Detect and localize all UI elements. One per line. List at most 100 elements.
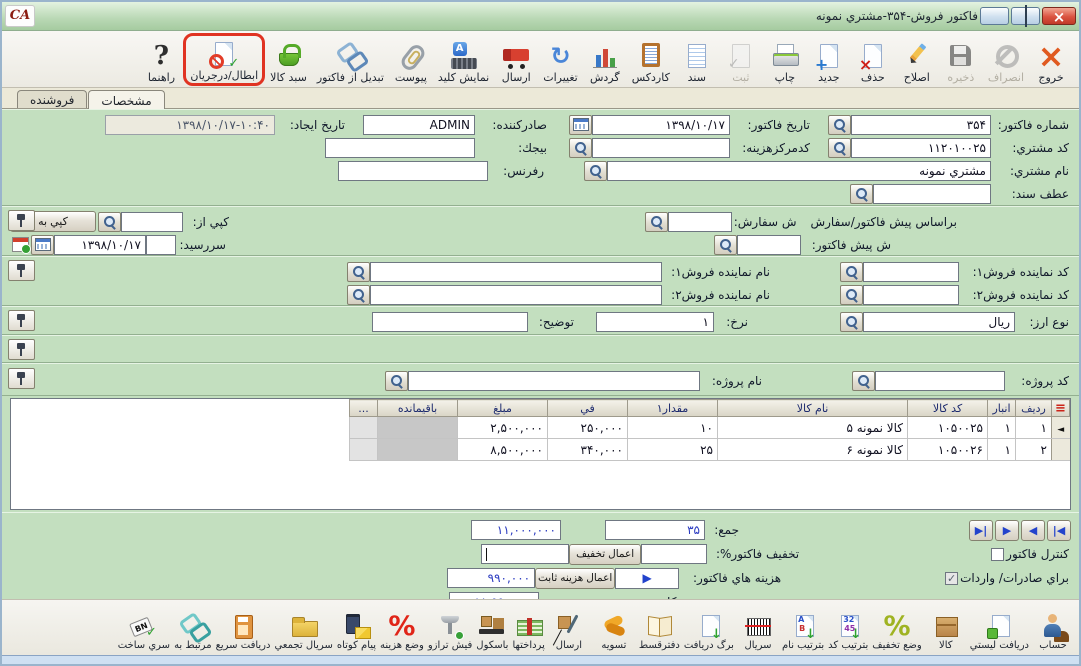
void-inprogress-button[interactable]: ابطال/درجريان [183, 33, 265, 86]
reference-field[interactable] [338, 161, 488, 181]
bijak-field[interactable] [325, 138, 475, 158]
maximize-button[interactable] [1011, 7, 1040, 25]
nav-first-button[interactable]: |◀ [1047, 520, 1071, 541]
scale-slip-button[interactable]: فيش ترازو [426, 602, 474, 654]
col-item-name[interactable]: نام کالا [718, 400, 908, 417]
cumulative-serial-button[interactable]: سريال تجمعي [272, 602, 334, 654]
invoice-costs-expand-button[interactable]: ▶ [615, 568, 679, 589]
pin-currency-button[interactable] [8, 310, 35, 331]
cell-warehouse[interactable]: ۱ [988, 417, 1016, 439]
cell-row[interactable]: ۲ [1016, 439, 1052, 461]
turnover-button[interactable]: گردش [583, 33, 627, 86]
installment-book-button[interactable]: دفترقسط [637, 602, 682, 654]
rep2-name-field[interactable] [370, 285, 662, 305]
rep1-name-field[interactable] [370, 262, 662, 282]
weighbridge-button[interactable]: باسکول [474, 602, 510, 654]
customer-name-field[interactable]: مشتري نمونه [607, 161, 991, 181]
settlement-button[interactable]: تسويه [591, 602, 637, 654]
send-button[interactable]: ارسال [494, 33, 538, 86]
delivery-button[interactable]: ارسال [547, 602, 591, 654]
invoice-control-checkbox[interactable] [991, 548, 1004, 561]
customer-code-lookup-button[interactable] [828, 138, 851, 158]
sort-by-name-button[interactable]: AB↓بترتيب نام [780, 602, 826, 654]
due-date-field[interactable]: ۱۳۹۸/۱۰/۱۷ [54, 235, 146, 255]
nav-last-button[interactable]: ▶| [969, 520, 993, 541]
export-import-checkbox[interactable] [945, 572, 958, 585]
goods-button[interactable]: کالا [924, 602, 968, 654]
invoice-no-lookup-button[interactable] [828, 115, 851, 135]
project-code-field[interactable] [875, 371, 1005, 391]
exit-button[interactable]: خروج [1029, 33, 1073, 86]
pin-order-button[interactable] [8, 210, 35, 231]
rep2-name-lookup-button[interactable] [347, 285, 370, 305]
cell-qty1[interactable]: ۲۵ [628, 439, 718, 461]
sort-by-code-button[interactable]: 3245↓بترتيب کد [826, 602, 870, 654]
currency-lookup-button[interactable] [840, 312, 863, 332]
batch-series-button[interactable]: سري ساخت [116, 602, 172, 654]
show-keys-button[interactable]: نمايش کليد [433, 33, 494, 86]
sms-button[interactable]: پيام کوتاه [335, 602, 378, 654]
cell-more[interactable] [350, 417, 378, 439]
rep1-code-lookup-button[interactable] [840, 262, 863, 282]
cell-row[interactable]: ۱ [1016, 417, 1052, 439]
rep2-code-lookup-button[interactable] [840, 285, 863, 305]
goods-basket-button[interactable]: سبد کالا [265, 33, 312, 86]
edit-button[interactable]: اصلاح [895, 33, 939, 86]
rep2-code-field[interactable] [863, 285, 959, 305]
quick-receive-button[interactable]: دريافت سريع [214, 602, 273, 654]
table-row[interactable]: ۱ ۱ ۱۰۵۰۰۲۵ کالا نمونه ۵ ۱۰ ۲۵۰,۰۰۰ ۲,۵۰… [350, 417, 1070, 439]
nav-prev-button[interactable]: ◀ [1021, 520, 1045, 541]
col-more[interactable]: ... [350, 400, 378, 417]
cell-qty1[interactable]: ۱۰ [628, 417, 718, 439]
tab-details[interactable]: مشخصات [88, 90, 164, 109]
col-price[interactable]: في [548, 400, 628, 417]
col-warehouse[interactable]: انبار [988, 400, 1016, 417]
cell-more[interactable] [350, 439, 378, 461]
customer-code-field[interactable]: ۱۱۲۰۱۰۰۲۵ [851, 138, 991, 158]
convert-from-invoice-button[interactable]: تبديل از فاکتور [312, 33, 389, 86]
col-item-code[interactable]: کد کالا [908, 400, 988, 417]
cost-center-lookup-button[interactable] [569, 138, 592, 158]
related-to-button[interactable]: مرتبط به [172, 602, 214, 654]
doc-ref-field[interactable] [873, 184, 991, 204]
copy-from-field[interactable] [121, 212, 183, 232]
proforma-no-lookup-button[interactable] [714, 235, 737, 255]
rate-field[interactable]: ۱ [596, 312, 714, 332]
rep1-name-lookup-button[interactable] [347, 262, 370, 282]
discount-percent-field[interactable] [641, 544, 707, 564]
attachment-button[interactable]: پيوست [389, 33, 433, 86]
col-remaining[interactable]: باقيمانده [378, 400, 458, 417]
help-button[interactable]: راهنما [139, 33, 183, 86]
cell-price[interactable]: ۲۵۰,۰۰۰ [548, 417, 628, 439]
row-selector-header[interactable] [1052, 400, 1070, 417]
order-no-lookup-button[interactable] [645, 212, 668, 232]
discount-status-button[interactable]: وضع تخفيف [870, 602, 924, 654]
due-date-aux-field[interactable] [146, 235, 176, 255]
pin-sales-rep-button[interactable] [8, 260, 35, 281]
print-button[interactable]: چاپ [763, 33, 807, 86]
project-code-lookup-button[interactable] [852, 371, 875, 391]
customer-name-lookup-button[interactable] [584, 161, 607, 181]
cell-item-code[interactable]: ۱۰۵۰۰۲۶ [908, 439, 988, 461]
invoice-date-field[interactable]: ۱۳۹۸/۱۰/۱۷ [592, 115, 730, 135]
document-button[interactable]: سند [675, 33, 719, 86]
delete-button[interactable]: حذف [851, 33, 895, 86]
pin-extra-button[interactable] [8, 339, 35, 360]
due-date-extra-icon[interactable] [12, 237, 29, 252]
serial-button[interactable]: سريال [736, 602, 780, 654]
issuer-field[interactable]: ADMIN [363, 115, 475, 135]
invoice-date-calendar-button[interactable] [569, 115, 592, 135]
discount-amount-field[interactable] [481, 544, 569, 564]
tab-seller[interactable]: فروشنده [17, 90, 87, 108]
col-row[interactable]: رديف [1016, 400, 1052, 417]
current-row-marker[interactable] [1052, 417, 1070, 439]
receipt-sheet-button[interactable]: ↓برگ دريافت [682, 602, 736, 654]
minimize-button[interactable] [980, 7, 1009, 25]
list-receive-button[interactable]: دريافت ليستي [968, 602, 1031, 654]
cost-status-button[interactable]: وضع هزينه [378, 602, 426, 654]
col-amount[interactable]: مبلغ [458, 400, 548, 417]
doc-ref-lookup-button[interactable] [850, 184, 873, 204]
apply-fixed-cost-button[interactable]: اعمال هزينه ثابت [535, 568, 615, 589]
cell-item-name[interactable]: کالا نمونه ۶ [718, 439, 908, 461]
order-no-field[interactable] [668, 212, 732, 232]
